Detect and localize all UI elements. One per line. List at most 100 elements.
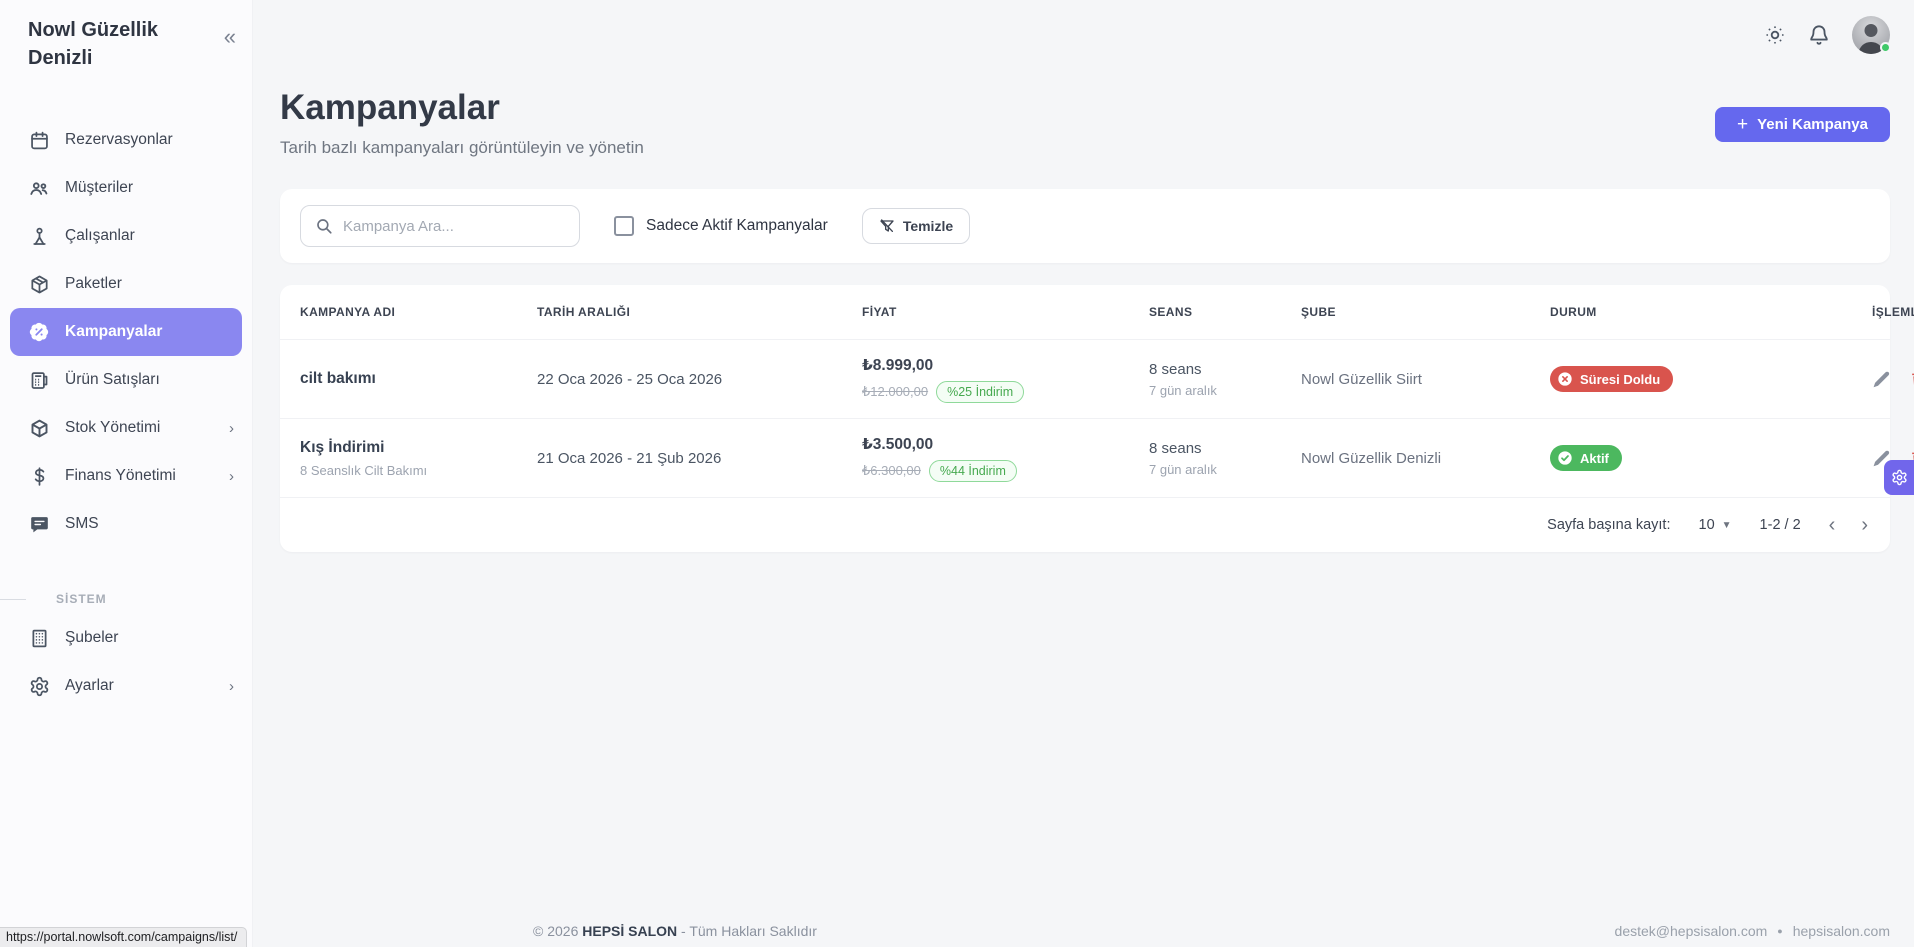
sidebar-item-label: Şubeler <box>65 629 118 647</box>
dollar-icon <box>28 465 50 487</box>
col-header-date-range: TARİH ARALIĞI <box>537 305 862 319</box>
campaign-branch: Nowl Güzellik Denizli <box>1301 450 1550 467</box>
website-link[interactable]: hepsisalon.com <box>1793 923 1890 939</box>
sidebar-item-rezervasyonlar[interactable]: Rezervasyonlar <box>0 116 252 164</box>
chevron-right-icon: › <box>229 468 234 485</box>
user-avatar[interactable] <box>1852 16 1890 54</box>
discount-badge-icon <box>28 321 50 343</box>
new-campaign-button[interactable]: + Yeni Kampanya <box>1715 107 1890 142</box>
active-only-checkbox[interactable] <box>614 216 634 236</box>
filter-off-icon <box>879 218 895 234</box>
page-title: Kampanyalar <box>280 88 644 128</box>
theme-toggle-icon[interactable] <box>1764 24 1786 46</box>
campaign-sessions: 8 seans <box>1149 440 1301 457</box>
campaign-name: cilt bakımı <box>300 370 537 388</box>
col-header-price: FİYAT <box>862 305 1149 319</box>
section-divider <box>0 599 26 600</box>
sidebar-item-paketler[interactable]: Paketler <box>0 260 252 308</box>
sidebar-item-kampanyalar[interactable]: Kampanyalar <box>10 308 242 356</box>
previous-page-icon[interactable]: ‹ <box>1829 515 1836 535</box>
chat-icon <box>28 513 50 535</box>
sidebar-item-calisanlar[interactable]: Çalışanlar <box>0 212 252 260</box>
pagination-range: 1-2 / 2 <box>1760 517 1801 533</box>
campaign-price: ₺3.500,00 <box>862 435 1149 454</box>
building-icon <box>28 627 50 649</box>
sidebar-item-subeler[interactable]: Şubeler <box>0 614 252 662</box>
footer-brand: HEPSİ SALON <box>582 923 677 939</box>
status-label: Süresi Doldu <box>1580 372 1660 387</box>
check-circle-icon <box>1557 450 1573 466</box>
x-circle-icon <box>1557 371 1573 387</box>
sidebar-item-musteriler[interactable]: Müşteriler <box>0 164 252 212</box>
sidebar-item-label: Kampanyalar <box>65 323 162 341</box>
campaign-interval: 7 gün aralık <box>1149 462 1301 477</box>
table-row: cilt bakımı 22 Oca 2026 - 25 Oca 2026 ₺8… <box>280 339 1890 418</box>
campaign-date-range: 22 Oca 2026 - 25 Oca 2026 <box>537 371 862 388</box>
chevron-right-icon: › <box>229 678 234 695</box>
sidebar-system-nav: Şubeler Ayarlar › <box>0 614 252 710</box>
person-icon <box>28 225 50 247</box>
table-header-row: KAMPANYA ADI TARİH ARALIĞI FİYAT SEANS Ş… <box>280 285 1890 339</box>
sidebar-nav: Rezervasyonlar Müşteriler Çalışanlar Pak… <box>0 116 252 548</box>
campaign-sessions: 8 seans <box>1149 361 1301 378</box>
stock-box-icon <box>28 417 50 439</box>
workspace-title: Nowl Güzellik Denizli <box>28 16 178 72</box>
sidebar-item-label: Paketler <box>65 275 122 293</box>
per-page-label: Sayfa başına kayıt: <box>1547 517 1670 533</box>
section-label: SİSTEM <box>56 592 107 606</box>
caret-down-icon: ▼ <box>1722 520 1732 531</box>
people-icon <box>28 177 50 199</box>
sidebar-item-sms[interactable]: SMS <box>0 500 252 548</box>
gear-icon <box>28 675 50 697</box>
campaign-name: Kış İndirimi <box>300 439 537 457</box>
active-only-checkbox-row[interactable]: Sadece Aktif Kampanyalar <box>614 216 828 236</box>
main-content: Kampanyalar Tarih bazlı kampanyaları gör… <box>253 0 1914 947</box>
campaign-interval: 7 gün aralık <box>1149 383 1301 398</box>
online-status-dot <box>1880 42 1891 53</box>
dot-separator: ● <box>1777 926 1782 936</box>
status-badge: Aktif <box>1550 445 1622 471</box>
col-header-status: DURUM <box>1550 305 1872 319</box>
col-header-branch: ŞUBE <box>1301 305 1550 319</box>
campaign-subtitle: 8 Seanslık Cilt Bakımı <box>300 463 537 478</box>
sidebar-item-label: Rezervasyonlar <box>65 131 173 149</box>
campaign-old-price: ₺12.000,00 <box>862 384 928 400</box>
per-page-select[interactable]: 10 ▼ <box>1699 517 1732 533</box>
notifications-bell-icon[interactable] <box>1808 24 1830 46</box>
sidebar-collapse-icon[interactable]: « <box>224 24 236 50</box>
col-header-actions: İŞLEMLER <box>1872 305 1914 319</box>
next-page-icon[interactable]: › <box>1861 515 1868 535</box>
floating-settings-button[interactable] <box>1884 460 1914 495</box>
sidebar-item-ayarlar[interactable]: Ayarlar › <box>0 662 252 710</box>
sidebar: Nowl Güzellik Denizli « Rezervasyonlar M… <box>0 0 253 947</box>
sidebar-item-label: SMS <box>65 515 99 533</box>
copyright-text: © 2026 HEPSİ SALON - Tüm Hakları Saklıdı… <box>533 923 817 939</box>
search-icon <box>315 217 333 235</box>
sidebar-item-stok-yonetimi[interactable]: Stok Yönetimi › <box>0 404 252 452</box>
sidebar-item-label: Müşteriler <box>65 179 133 197</box>
browser-status-url: https://portal.nowlsoft.com/campaigns/li… <box>0 927 247 947</box>
footer: © 2026 HEPSİ SALON - Tüm Hakları Saklıdı… <box>533 923 1890 939</box>
chevron-right-icon: › <box>229 420 234 437</box>
support-email[interactable]: destek@hepsisalon.com <box>1615 923 1768 939</box>
col-header-name: KAMPANYA ADI <box>300 305 537 319</box>
package-icon <box>28 273 50 295</box>
edit-pencil-icon[interactable] <box>1872 370 1891 389</box>
campaign-price: ₺8.999,00 <box>862 356 1149 375</box>
status-badge: Süresi Doldu <box>1550 366 1673 392</box>
status-label: Aktif <box>1580 451 1609 466</box>
clear-filters-button[interactable]: Temizle <box>862 208 970 244</box>
campaigns-table: KAMPANYA ADI TARİH ARALIĞI FİYAT SEANS Ş… <box>280 285 1890 552</box>
sidebar-item-label: Ürün Satışları <box>65 371 160 389</box>
new-campaign-label: Yeni Kampanya <box>1757 116 1868 133</box>
pagination-bar: Sayfa başına kayıt: 10 ▼ 1-2 / 2 ‹ › <box>280 497 1890 552</box>
delete-trash-icon[interactable] <box>1909 370 1914 389</box>
per-page-value: 10 <box>1699 517 1715 533</box>
campaign-search-input[interactable] <box>343 218 565 235</box>
plus-icon: + <box>1737 115 1748 134</box>
sidebar-item-label: Finans Yönetimi <box>65 467 176 485</box>
filter-bar: Sadece Aktif Kampanyalar Temizle <box>280 189 1890 263</box>
sidebar-item-urun-satislari[interactable]: Ürün Satışları <box>0 356 252 404</box>
gear-icon <box>1891 469 1908 486</box>
sidebar-item-finans-yonetimi[interactable]: Finans Yönetimi › <box>0 452 252 500</box>
